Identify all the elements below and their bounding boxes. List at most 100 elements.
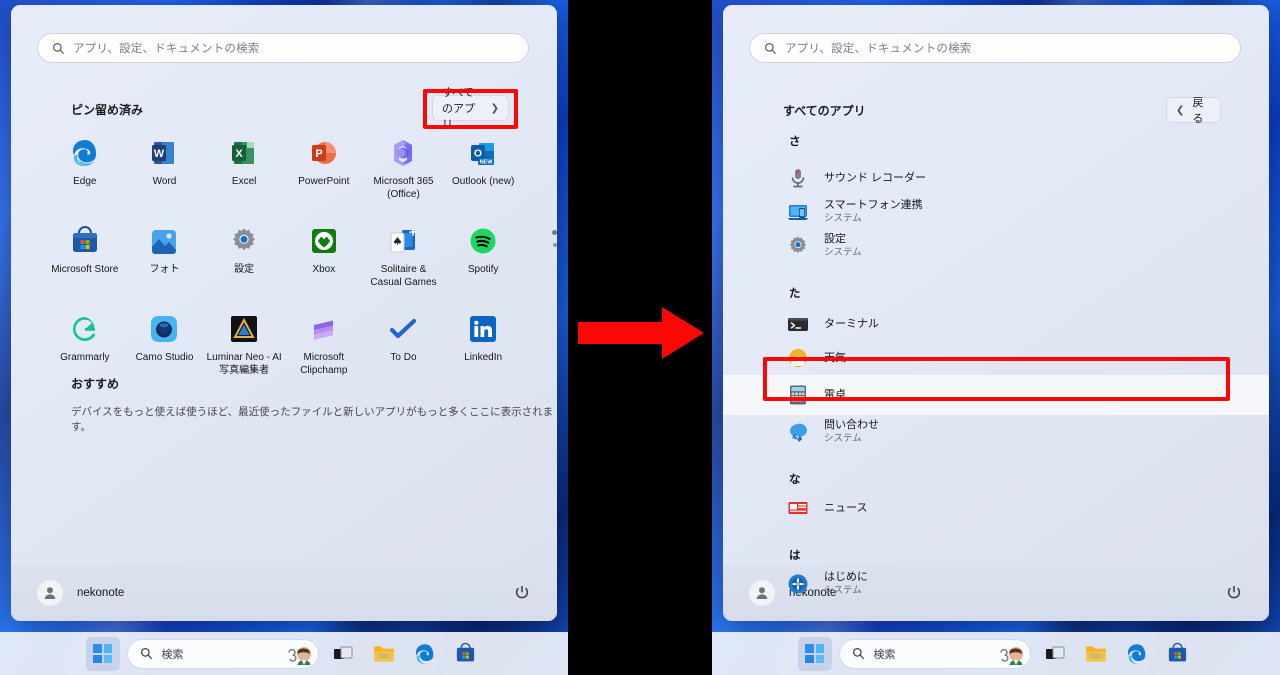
search-icon bbox=[852, 648, 864, 659]
app-list-item-get-started[interactable]: はじめに システム bbox=[723, 567, 1269, 601]
back-button-label: 戻る bbox=[1192, 97, 1204, 125]
app-list-item-calculator[interactable]: 電卓 bbox=[723, 375, 1269, 415]
pinned-app-settings[interactable]: 設定 bbox=[204, 221, 284, 289]
file-explorer-icon[interactable] bbox=[1079, 637, 1113, 671]
app-list-item-label: 天気 bbox=[824, 351, 846, 364]
page-dot[interactable] bbox=[552, 243, 557, 247]
pinned-app-spotify[interactable]: Spotify bbox=[443, 221, 523, 289]
start-button[interactable] bbox=[85, 636, 120, 671]
pinned-app-label: PowerPoint bbox=[298, 176, 350, 187]
app-list-item-sublabel: システム bbox=[824, 433, 862, 444]
start-search-box[interactable]: アプリ、設定、ドキュメントの検索 bbox=[37, 33, 529, 63]
taskbar[interactable]: 検索 bbox=[712, 632, 1280, 675]
taskbar-search-box[interactable]: 検索 bbox=[838, 638, 1031, 669]
app-list-item-terminal[interactable]: ターミナル bbox=[723, 307, 1269, 341]
all-apps-list[interactable]: さ サウンド レコーダー スマートフォン連携 システム 設定 システム た ター… bbox=[723, 133, 1269, 601]
pinned-app-microsoft-store[interactable]: Microsoft Store bbox=[45, 221, 125, 289]
copilot-avatar-icon[interactable] bbox=[286, 643, 312, 667]
grammarly-icon bbox=[69, 313, 101, 345]
windows-start-icon bbox=[93, 644, 112, 663]
microsoft365-icon bbox=[387, 137, 419, 169]
pinned-app-label: Grammarly bbox=[60, 352, 110, 363]
pinned-app-label: Word bbox=[152, 176, 177, 187]
calculator-icon bbox=[786, 383, 810, 407]
microsoft-store-icon[interactable] bbox=[1161, 637, 1195, 671]
app-list-item-sublabel: システム bbox=[824, 247, 862, 258]
back-button[interactable]: ❮ 戻る bbox=[1166, 97, 1221, 125]
start-search-placeholder: アプリ、設定、ドキュメントの検索 bbox=[73, 43, 260, 55]
app-list-item-label: 設定 bbox=[824, 233, 846, 245]
taskbar[interactable]: 検索 bbox=[0, 632, 568, 675]
start-search-placeholder: アプリ、設定、ドキュメントの検索 bbox=[785, 43, 972, 55]
pinned-page-indicator[interactable] bbox=[552, 230, 557, 247]
chevron-left-icon: ❮ bbox=[1176, 104, 1185, 116]
app-list-item-label: ニュース bbox=[824, 501, 868, 514]
app-list-item-sublabel: システム bbox=[824, 213, 862, 224]
pinned-app-label: LinkedIn bbox=[464, 352, 503, 363]
pinned-app-label: Solitaire & Casual Games bbox=[370, 264, 437, 288]
app-list-item-phone-link[interactable]: スマートフォン連携 システム bbox=[723, 195, 1269, 229]
task-view-icon[interactable] bbox=[1038, 637, 1072, 671]
all-apps-button[interactable]: すべてのアプリ ❯ bbox=[432, 87, 509, 131]
pinned-app-label: To Do bbox=[390, 352, 417, 363]
svg-text:W: W bbox=[154, 148, 165, 160]
app-list-item-sublabel: システム bbox=[824, 585, 862, 596]
terminal-icon bbox=[786, 312, 810, 336]
edge-icon[interactable] bbox=[408, 637, 442, 671]
linkedin-icon bbox=[467, 313, 499, 345]
pinned-app-outlook-new[interactable]: O NEW Outlook (new) bbox=[443, 133, 523, 201]
taskbar-search-label: 検索 bbox=[161, 648, 184, 661]
pinned-app-luminar-neo[interactable]: Luminar Neo - AI 写真編集者 bbox=[204, 309, 284, 377]
app-list-item-settings[interactable]: 設定 システム bbox=[723, 229, 1269, 263]
app-list-item-weather[interactable]: 天気 bbox=[723, 341, 1269, 375]
word-icon: W bbox=[148, 137, 180, 169]
outlook-new-icon: O NEW bbox=[467, 137, 499, 169]
news-icon bbox=[786, 496, 810, 520]
start-button[interactable] bbox=[797, 636, 832, 671]
account-name[interactable]: nekonote bbox=[77, 587, 124, 599]
svg-text:X: X bbox=[235, 148, 243, 160]
start-menu-pinned-view[interactable]: アプリ、設定、ドキュメントの検索 ピン留め済み すべてのアプリ ❯ Edge W… bbox=[11, 5, 557, 621]
app-list-item-get-help[interactable]: ? 問い合わせ システム bbox=[723, 415, 1269, 449]
power-icon[interactable] bbox=[513, 584, 531, 602]
pinned-app-todo[interactable]: To Do bbox=[364, 309, 444, 377]
app-list-item-label: ターミナル bbox=[824, 317, 879, 330]
recommended-empty-text: デバイスをもっと使えば使うほど、最近使ったファイルと新しいアプリがもっと多くここ… bbox=[71, 406, 554, 433]
app-list-item-news[interactable]: ニュース bbox=[723, 491, 1269, 525]
pinned-app-excel[interactable]: X Excel bbox=[204, 133, 284, 201]
pinned-app-camo-studio[interactable]: Camo Studio bbox=[125, 309, 205, 377]
page-dot-active[interactable] bbox=[552, 230, 557, 235]
edge-icon[interactable] bbox=[1120, 637, 1154, 671]
red-right-arrow bbox=[578, 305, 704, 361]
file-explorer-icon[interactable] bbox=[367, 637, 401, 671]
taskbar-search-box[interactable]: 検索 bbox=[126, 638, 319, 669]
pinned-app-microsoft365[interactable]: Microsoft 365 (Office) bbox=[364, 133, 444, 201]
copilot-avatar-icon[interactable] bbox=[998, 643, 1024, 667]
settings-gear-icon bbox=[228, 225, 260, 257]
start-search-box[interactable]: アプリ、設定、ドキュメントの検索 bbox=[749, 33, 1241, 63]
pinned-app-xbox[interactable]: Xbox bbox=[284, 221, 364, 289]
task-view-icon[interactable] bbox=[326, 637, 360, 671]
pinned-app-word[interactable]: W Word bbox=[125, 133, 205, 201]
pinned-app-powerpoint[interactable]: P PowerPoint bbox=[284, 133, 364, 201]
pinned-app-solitaire[interactable]: Solitaire & Casual Games bbox=[364, 221, 444, 289]
microsoft-store-icon bbox=[69, 225, 101, 257]
pinned-app-photos[interactable]: フォト bbox=[125, 221, 205, 289]
svg-text:P: P bbox=[315, 148, 322, 160]
pinned-app-grid[interactable]: Edge W Word X Excel P PowerPoint Microso… bbox=[45, 133, 523, 377]
user-avatar-icon[interactable] bbox=[37, 580, 63, 606]
photos-icon bbox=[148, 225, 180, 257]
app-list-item-sound-recorder[interactable]: サウンド レコーダー bbox=[723, 161, 1269, 195]
pinned-app-clipchamp[interactable]: Microsoft Clipchamp bbox=[284, 309, 364, 377]
start-menu-all-apps-view[interactable]: アプリ、設定、ドキュメントの検索 すべてのアプリ ❮ 戻る さ サウンド レコー… bbox=[723, 5, 1269, 621]
get-help-icon: ? bbox=[786, 420, 810, 444]
pinned-app-grammarly[interactable]: Grammarly bbox=[45, 309, 125, 377]
pinned-app-linkedin[interactable]: LinkedIn bbox=[443, 309, 523, 377]
pinned-app-label: 設定 bbox=[234, 264, 255, 275]
pinned-app-edge[interactable]: Edge bbox=[45, 133, 125, 201]
pinned-app-label: Camo Studio bbox=[135, 352, 194, 363]
pinned-app-label: Microsoft Clipchamp bbox=[300, 352, 348, 376]
microsoft-store-icon[interactable] bbox=[449, 637, 483, 671]
all-apps-button-label: すべてのアプリ bbox=[442, 87, 475, 131]
windows-start-icon bbox=[805, 644, 824, 663]
